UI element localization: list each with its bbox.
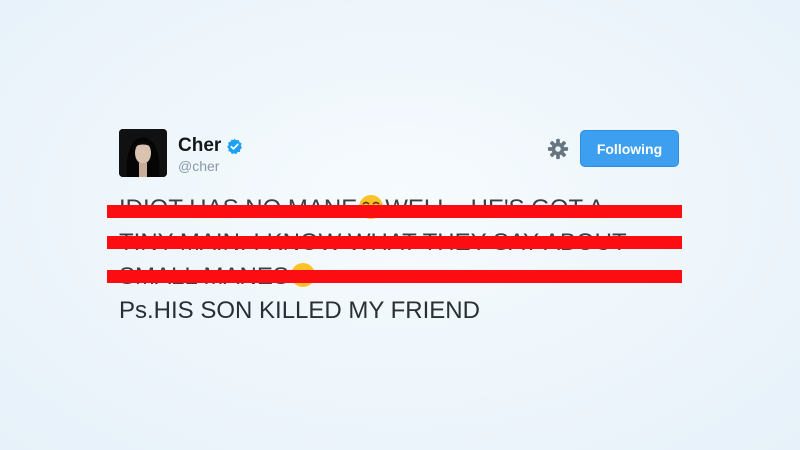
tweet-line-4: Ps.HIS SON KILLED MY FRIEND [119,297,480,324]
display-name[interactable]: Cher [178,135,221,157]
redaction-bar-3 [107,270,682,283]
display-name-row[interactable]: Cher [178,135,243,157]
gear-icon[interactable] [547,138,569,160]
redaction-bar-1 [107,205,682,218]
tweet-card: Cher @cher Following I [0,0,800,450]
avatar[interactable] [119,129,167,177]
following-button[interactable]: Following [580,130,679,167]
verified-badge-icon [226,138,243,155]
user-handle[interactable]: @cher [178,158,219,174]
redaction-bar-2 [107,236,682,249]
